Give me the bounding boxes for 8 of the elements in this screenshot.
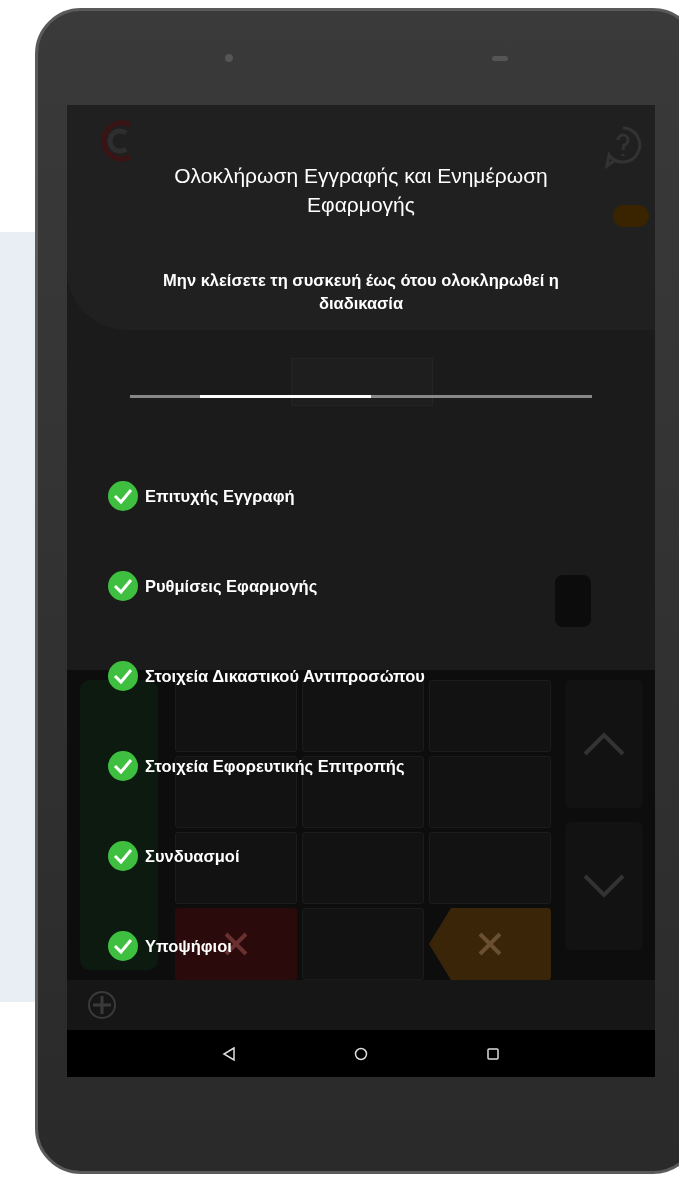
- step-label: Στοιχεία Δικαστικού Αντιπροσώπου: [145, 666, 425, 686]
- step-label: Ρυθμίσεις Εφαρμογής: [145, 576, 318, 596]
- step-label: Επιτυχής Εγγραφή: [145, 486, 295, 506]
- dialog-message: Μην κλείσετε τη συσκευή έως ότου ολοκληρωθεί η διαδικασία: [162, 270, 560, 314]
- step-label: Υποψήφιοι: [145, 936, 232, 956]
- step-label: Στοιχεία Εφορευτικής Επιτροπής: [145, 756, 405, 776]
- step-label: Συνδυασμοί: [145, 846, 240, 866]
- dialog-title: Ολοκλήρωση Εγγραφής και Ενημέρωση Εφαρμογής: [173, 163, 549, 218]
